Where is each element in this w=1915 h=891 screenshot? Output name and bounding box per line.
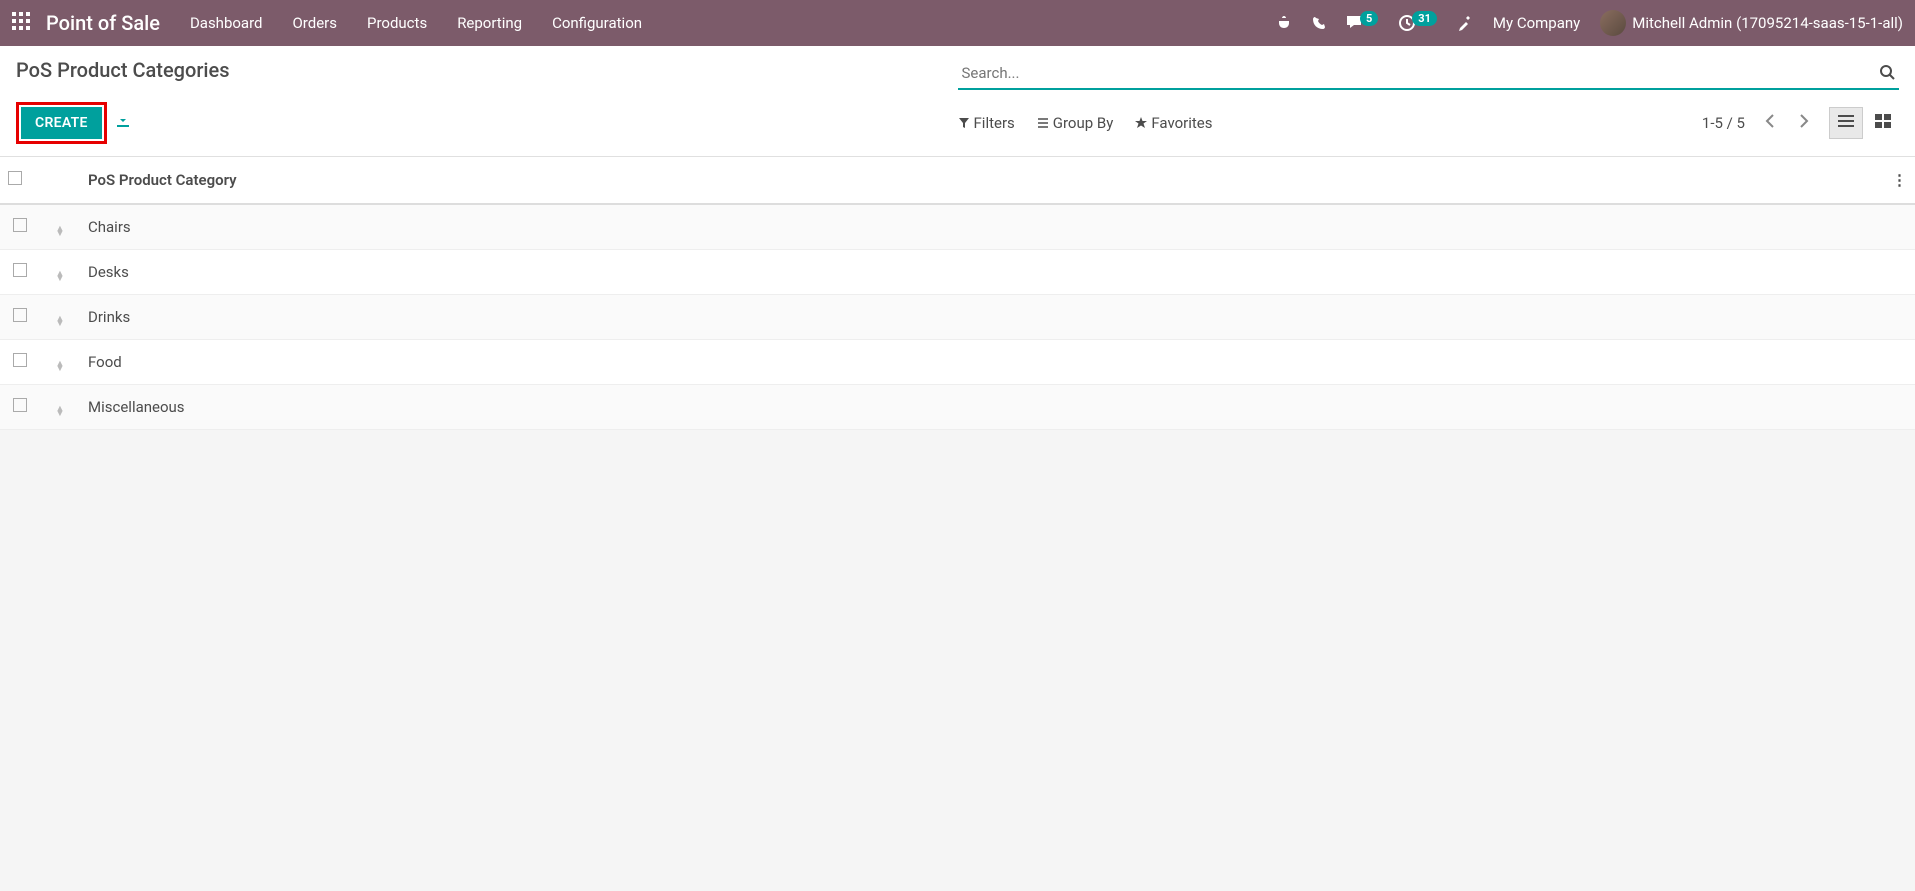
user-menu[interactable]: Mitchell Admin (17095214-saas-15-1-all): [1600, 10, 1903, 36]
pager-text[interactable]: 1-5 / 5: [1702, 114, 1745, 132]
category-name-cell: Drinks: [80, 295, 1884, 340]
nav-right: 5 31 My Company Mitchell Admin (17095214…: [1276, 10, 1903, 36]
user-name-label: Mitchell Admin (17095214-saas-15-1-all): [1632, 14, 1903, 32]
control-panel: PoS Product Categories CREATE Filters: [0, 46, 1915, 157]
view-switcher: [1829, 107, 1899, 139]
messages-icon[interactable]: 5: [1346, 15, 1378, 31]
company-name[interactable]: My Company: [1493, 14, 1580, 32]
tools-icon[interactable]: [1457, 15, 1473, 31]
more-options-icon[interactable]: ⋮: [1892, 171, 1907, 189]
table-row[interactable]: ▲▼ Drinks: [0, 295, 1915, 340]
drag-handle-icon[interactable]: ▲▼: [56, 272, 65, 282]
breadcrumb: PoS Product Categories: [16, 58, 230, 82]
list-view-button[interactable]: [1829, 107, 1863, 139]
star-icon: [1135, 117, 1147, 129]
category-name-cell: Desks: [80, 250, 1884, 295]
search-options: Filters Group By Favorites: [958, 114, 1213, 132]
kanban-view-icon: [1875, 114, 1891, 128]
apps-icon[interactable]: [12, 12, 30, 35]
favorites-label: Favorites: [1151, 114, 1212, 132]
activities-badge: 31: [1412, 11, 1437, 26]
filters-button[interactable]: Filters: [958, 114, 1015, 132]
category-name-cell: Miscellaneous: [80, 385, 1884, 430]
messages-badge: 5: [1360, 11, 1378, 26]
app-title[interactable]: Point of Sale: [46, 11, 160, 35]
groupby-button[interactable]: Group By: [1037, 114, 1114, 132]
top-navigation: Point of Sale Dashboard Orders Products …: [0, 0, 1915, 46]
category-name-cell: Food: [80, 340, 1884, 385]
create-button-highlight: CREATE: [16, 102, 107, 144]
nav-menu: Dashboard Orders Products Reporting Conf…: [190, 14, 1276, 32]
filter-icon: [958, 117, 970, 129]
nav-item-configuration[interactable]: Configuration: [552, 14, 642, 32]
row-checkbox[interactable]: [13, 308, 27, 322]
list-icon: [1037, 117, 1049, 129]
select-all-checkbox[interactable]: [8, 171, 22, 185]
row-checkbox[interactable]: [13, 218, 27, 232]
nav-item-orders[interactable]: Orders: [292, 14, 337, 32]
drag-handle-icon[interactable]: ▲▼: [56, 407, 65, 417]
favorites-button[interactable]: Favorites: [1135, 114, 1212, 132]
bug-icon[interactable]: [1276, 15, 1292, 31]
row-checkbox[interactable]: [13, 398, 27, 412]
row-checkbox[interactable]: [13, 353, 27, 367]
activities-icon[interactable]: 31: [1398, 14, 1437, 32]
drag-handle-icon[interactable]: ▲▼: [56, 227, 65, 237]
category-name-cell: Chairs: [80, 204, 1884, 250]
table-header-row: PoS Product Category ⋮: [0, 157, 1915, 204]
pager-prev-icon[interactable]: [1761, 113, 1779, 134]
groupby-label: Group By: [1053, 114, 1114, 132]
kanban-view-button[interactable]: [1867, 107, 1899, 139]
table-row[interactable]: ▲▼ Desks: [0, 250, 1915, 295]
drag-handle-icon[interactable]: ▲▼: [56, 362, 65, 372]
import-icon[interactable]: [115, 113, 131, 133]
table-row[interactable]: ▲▼ Chairs: [0, 204, 1915, 250]
create-button[interactable]: CREATE: [21, 107, 102, 139]
table-row[interactable]: ▲▼ Food: [0, 340, 1915, 385]
column-header-category[interactable]: PoS Product Category: [80, 157, 1884, 204]
category-list-table: PoS Product Category ⋮ ▲▼ Chairs ▲▼ Desk…: [0, 157, 1915, 430]
search-input[interactable]: [958, 58, 1900, 90]
nav-item-products[interactable]: Products: [367, 14, 427, 32]
user-avatar-icon: [1600, 10, 1626, 36]
row-checkbox[interactable]: [13, 263, 27, 277]
pager-section: 1-5 / 5: [1702, 107, 1899, 139]
search-icon[interactable]: [1879, 64, 1895, 84]
drag-handle-icon[interactable]: ▲▼: [56, 317, 65, 327]
nav-item-dashboard[interactable]: Dashboard: [190, 14, 263, 32]
search-wrapper: [958, 58, 1900, 90]
nav-item-reporting[interactable]: Reporting: [457, 14, 522, 32]
pager-next-icon[interactable]: [1795, 113, 1813, 134]
list-view-icon: [1838, 114, 1854, 128]
phone-icon[interactable]: [1312, 16, 1326, 30]
table-row[interactable]: ▲▼ Miscellaneous: [0, 385, 1915, 430]
filters-label: Filters: [974, 114, 1015, 132]
